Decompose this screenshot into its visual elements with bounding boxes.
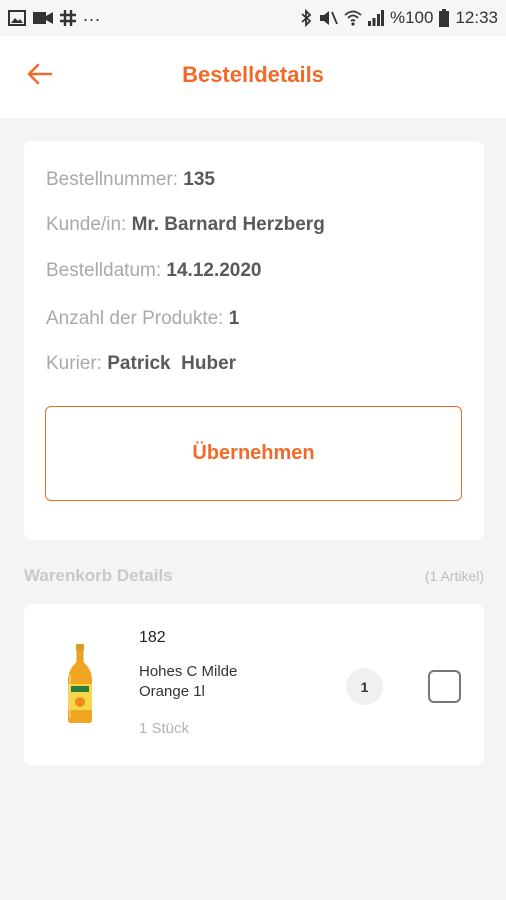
order-date-row: Bestelldatum: 14.12.2020 xyxy=(46,260,262,282)
signal-icon xyxy=(367,10,384,26)
order-number-row: Bestellnummer: 135 xyxy=(46,169,215,191)
video-icon xyxy=(33,11,53,25)
product-name: Hohes C Milde Orange 1l xyxy=(139,663,238,700)
customer-row: Kunde/in: Mr. Barnard Herzberg xyxy=(46,214,325,236)
courier-value: Patrick Huber xyxy=(107,353,237,374)
battery-icon xyxy=(439,9,450,27)
order-number-value: 135 xyxy=(183,169,215,190)
more-notifications: ... xyxy=(83,4,102,25)
product-unit: 1 Stück xyxy=(139,720,190,737)
status-bar-left: ... xyxy=(8,5,101,26)
page-title: Bestelldetails xyxy=(182,62,324,87)
status-bar-right: %100 12:33 xyxy=(300,8,498,28)
product-image xyxy=(62,644,98,724)
accept-button[interactable]: Übernehmen xyxy=(45,406,462,501)
courier-label: Kurier: xyxy=(46,353,102,374)
wifi-icon xyxy=(344,10,362,26)
cart-item-count: (1 Artikel) xyxy=(424,568,484,584)
mute-icon xyxy=(318,9,338,27)
battery-percent: %100 xyxy=(389,8,434,27)
slack-icon xyxy=(60,10,76,26)
cart-item: 182 Hohes C Milde Orange 1l 1 Stück 1 xyxy=(24,604,484,765)
product-code: 182 xyxy=(139,629,166,646)
order-date-value: 14.12.2020 xyxy=(166,260,262,281)
order-number-label: Bestellnummer: xyxy=(46,169,178,190)
app-bar: Bestelldetails xyxy=(0,36,506,118)
courier-row: Kurier: Patrick Huber xyxy=(46,353,236,375)
bluetooth-icon xyxy=(300,9,312,27)
item-checkbox[interactable] xyxy=(428,670,461,703)
image-icon xyxy=(8,10,26,26)
customer-label: Kunde/in: xyxy=(46,214,127,235)
order-date-label: Bestelldatum: xyxy=(46,260,162,281)
order-details-card: Bestellnummer: 135 Kunde/in: Mr. Barnard… xyxy=(24,141,484,540)
customer-value: Mr. Barnard Herzberg xyxy=(131,214,325,235)
quantity-badge: 1 xyxy=(346,668,383,705)
clock: 12:33 xyxy=(455,8,498,27)
product-count-value: 1 xyxy=(228,308,240,329)
status-bar: ... %100 12:33 xyxy=(0,0,506,36)
cart-title: Warenkorb Details xyxy=(24,566,173,585)
product-count-row: Anzahl der Produkte: 1 xyxy=(46,308,239,330)
product-count-label: Anzahl der Produkte: xyxy=(46,308,224,329)
